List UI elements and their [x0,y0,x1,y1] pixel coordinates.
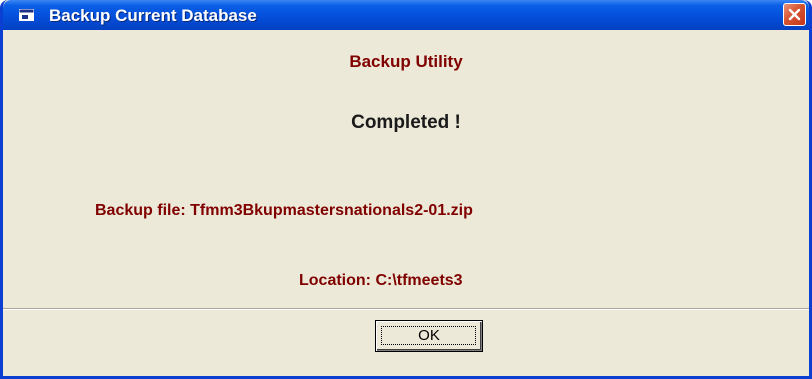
dialog-window: Backup Current Database Backup Utility C… [0,0,812,379]
ok-button[interactable]: OK [375,320,483,352]
utility-heading-label: Backup Utility [349,52,463,71]
title-bar[interactable]: Backup Current Database [3,0,809,30]
backup-location-label: Location: C:\tfmeets3 [299,272,463,289]
ok-button-label: OK [418,327,440,344]
close-button[interactable] [783,3,806,26]
backup-file-label: Backup file: Tfmm3Bkupmastersnationals2-… [95,202,473,219]
window-title: Backup Current Database [49,6,257,25]
window-app-icon[interactable] [19,9,35,22]
close-x-icon [788,8,801,21]
button-separator [3,308,809,310]
completed-status: Completed ! [351,112,461,133]
